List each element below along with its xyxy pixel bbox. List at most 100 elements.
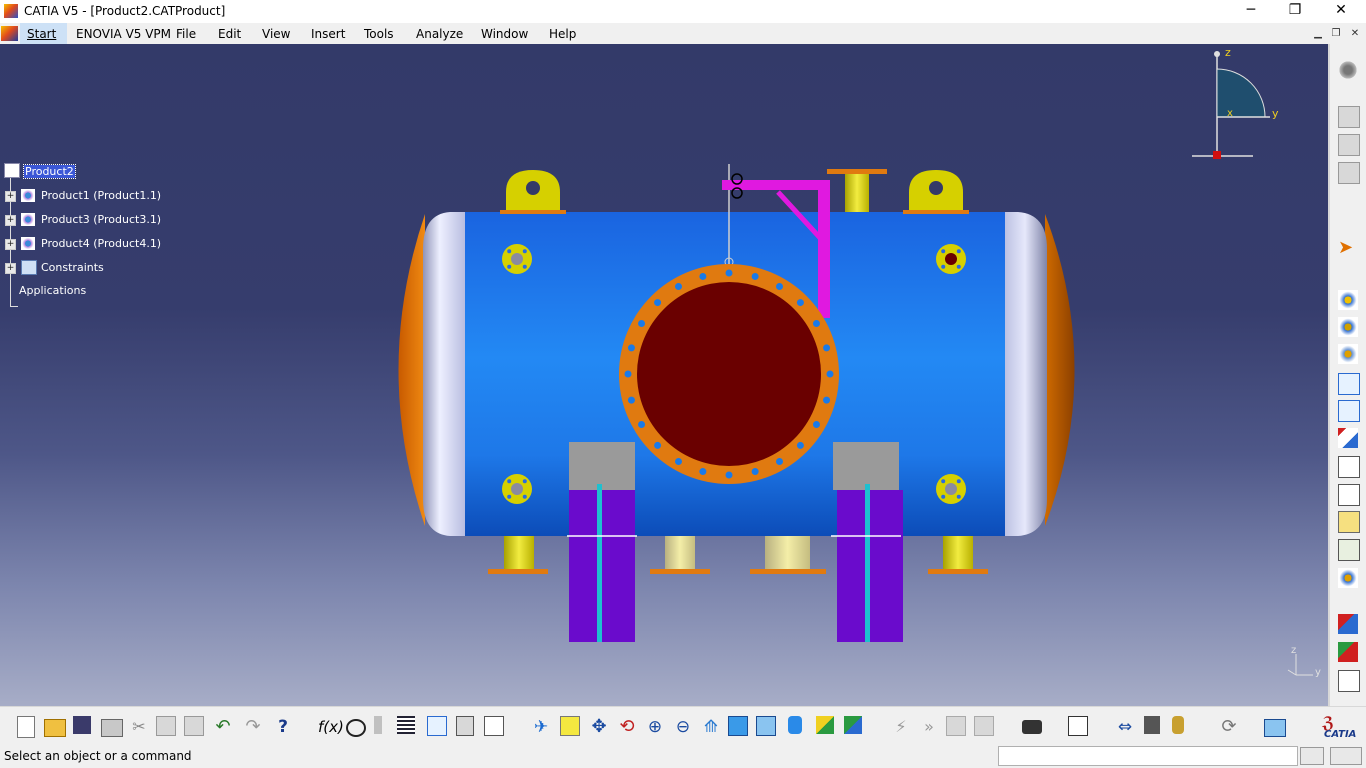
close-button[interactable]: ✕ [1318,0,1364,23]
doc-minimize-button[interactable]: ▁ [1310,27,1326,41]
publish-icon[interactable] [1144,716,1160,734]
lifting-lugs[interactable] [500,170,969,214]
print-icon[interactable] [101,719,123,737]
graph-tree-reorder-icon[interactable] [1338,428,1358,448]
manipulation-icon[interactable] [1338,539,1360,561]
clipboard-icon[interactable] [1338,134,1360,156]
distance-icon[interactable] [946,716,966,736]
multi-view-icon[interactable] [728,716,748,736]
normal-view-icon[interactable]: ⟰ [700,716,722,738]
copy-icon[interactable] [156,716,176,736]
new-component-icon[interactable] [1338,290,1358,310]
publication-icon[interactable] [1338,642,1358,662]
tree-root-label[interactable]: Product2 [23,164,76,179]
zoom-out-icon[interactable]: ⊖ [672,716,694,738]
cut-icon[interactable]: ✂ [128,716,150,738]
right-head[interactable] [1045,214,1075,526]
top-nozzle[interactable] [827,169,887,212]
status-button-1[interactable] [1300,747,1324,765]
lock-icon[interactable] [456,716,474,736]
swap-visible-icon[interactable] [844,716,862,734]
tree-item-applications[interactable]: Applications [19,284,86,297]
undo-icon[interactable]: ↶ [212,716,234,738]
open-icon[interactable] [44,719,66,737]
refresh-icon[interactable] [1172,716,1184,734]
clipboard-icon[interactable] [1338,106,1360,128]
tree-item-product4[interactable]: Product4 (Product4.1) [41,237,161,250]
left-cap[interactable] [423,212,465,536]
paste-icon[interactable] [184,716,204,736]
manway-flange[interactable] [619,264,839,484]
3d-viewport[interactable]: z y x z y Product2 + Product1 (Product1.… [0,44,1328,706]
stop-manipulation-icon[interactable] [1338,670,1360,692]
status-button-2[interactable] [1330,747,1362,765]
update-icon[interactable] [974,716,994,736]
menu-help[interactable]: Help [549,25,576,43]
tree-item-constraints[interactable]: Constraints [41,261,104,274]
menu-edit[interactable]: Edit [218,25,241,43]
right-cap[interactable] [1003,212,1047,536]
sectioning-icon[interactable]: » [918,716,940,738]
menu-view[interactable]: View [262,25,290,43]
model-canvas[interactable]: z y x z y [0,44,1328,706]
tree-expand-product1[interactable]: + [5,191,16,202]
menu-file[interactable]: File [176,25,196,43]
snap-icon[interactable] [1264,719,1286,737]
document-system-icon[interactable] [1,26,18,41]
doc-close-button[interactable]: ✕ [1347,27,1363,41]
clash-icon[interactable]: ⚡ [890,716,912,738]
right-saddle[interactable] [831,442,903,642]
minimize-button[interactable]: ─ [1228,0,1274,23]
existing-component-icon[interactable] [1338,373,1360,395]
menu-insert[interactable]: Insert [311,25,345,43]
save-icon[interactable] [73,716,91,734]
multi-instantiation-icon[interactable] [1338,614,1358,634]
catalog-icon[interactable] [397,716,415,734]
menu-analyze[interactable]: Analyze [416,25,463,43]
new-part-icon[interactable] [1338,344,1358,364]
tree-root[interactable]: Product2 [23,164,76,179]
generate-numbering-icon[interactable] [1338,456,1360,478]
tree-item-product1[interactable]: Product1 (Product1.1) [41,189,161,202]
shading-icon[interactable] [788,716,802,734]
menu-window[interactable]: Window [481,25,528,43]
bill-of-material-icon[interactable] [1338,484,1360,506]
left-head[interactable] [398,214,426,526]
select-arrow-icon[interactable]: ➤ [1338,238,1358,258]
gear-settings-icon[interactable] [1338,60,1358,80]
fly-mode-icon[interactable]: ✈ [530,716,552,738]
tree-expand-product3[interactable]: + [5,215,16,226]
formula-icon[interactable]: f(x) [318,716,344,738]
menu-start[interactable]: Start [27,25,56,43]
view-compass[interactable]: z y x [1192,46,1279,159]
left-saddle[interactable] [567,442,637,642]
maximize-button[interactable]: ❐ [1272,0,1318,23]
new-icon[interactable] [17,716,35,738]
tree-item-product3[interactable]: Product3 (Product3.1) [41,213,161,226]
explode-icon[interactable] [1338,568,1358,588]
sketch-icon[interactable]: ⟳ [1218,716,1240,738]
constraint-icon[interactable] [1068,716,1088,736]
pan-icon[interactable]: ✥ [588,716,610,738]
menu-tools[interactable]: Tools [364,25,394,43]
rotate-icon[interactable]: ⟲ [616,716,638,738]
hide-icon[interactable] [484,716,504,736]
component-icon[interactable]: ⇔ [1114,716,1136,738]
measure-icon[interactable] [374,716,382,734]
redo-icon[interactable]: ↷ [242,716,264,738]
knowledge-advisor-icon[interactable] [346,719,366,737]
fix-icon[interactable] [1338,511,1360,533]
replace-component-icon[interactable] [1338,400,1360,422]
menu-enovia[interactable]: ENOVIA V5 VPM [76,25,171,43]
iso-view-icon[interactable] [756,716,776,736]
product-structure-icon[interactable] [427,716,447,736]
bottom-nozzles[interactable] [488,534,988,574]
tree-expand-product4[interactable]: + [5,239,16,250]
new-product-icon[interactable] [1338,317,1358,337]
zoom-in-icon[interactable]: ⊕ [644,716,666,738]
command-input[interactable] [998,746,1298,766]
doc-restore-button[interactable]: ❐ [1328,27,1344,41]
fit-all-icon[interactable] [560,716,580,736]
clipboard-icon[interactable] [1338,162,1360,184]
whats-this-icon[interactable]: ? [272,716,294,738]
